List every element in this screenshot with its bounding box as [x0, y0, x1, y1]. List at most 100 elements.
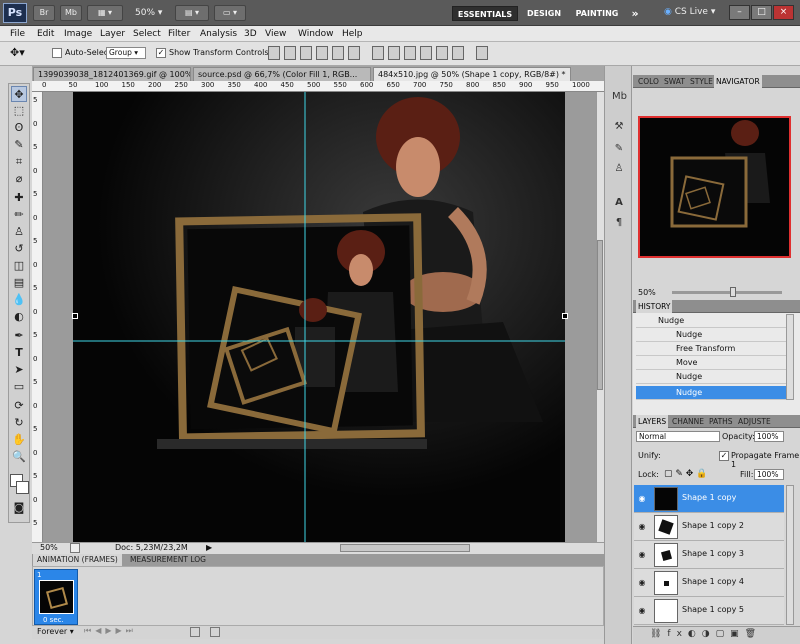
status-info-icon[interactable]: [70, 543, 80, 553]
auto-select-checkbox[interactable]: [52, 48, 62, 58]
history-scrollbar[interactable]: [786, 314, 794, 400]
path-select-tool-icon[interactable]: ➤: [11, 362, 27, 378]
eyedropper-tool-icon[interactable]: ⌀: [11, 171, 27, 187]
menu-view[interactable]: View: [265, 27, 286, 41]
loop-options-dropdown[interactable]: Forever ▾: [37, 627, 74, 636]
arrange-documents-button[interactable]: ▤ ▾: [175, 5, 209, 21]
auto-align-icon[interactable]: [476, 46, 488, 60]
navigator-thumbnail[interactable]: [638, 116, 791, 258]
lasso-tool-icon[interactable]: ʘ: [11, 120, 27, 136]
view-extras-button[interactable]: ▦ ▾: [87, 5, 123, 21]
visibility-eye-icon[interactable]: ◉: [637, 578, 647, 588]
document-canvas[interactable]: [73, 92, 565, 542]
3d-rotate-tool-icon[interactable]: ⟳: [11, 398, 27, 414]
lock-icons[interactable]: ▢ ✎ ✥ 🔒: [664, 469, 707, 479]
tab-channels[interactable]: CHANNE: [670, 415, 706, 428]
3d-orbit-tool-icon[interactable]: ↻: [11, 415, 27, 431]
eraser-tool-icon[interactable]: ◫: [11, 258, 27, 274]
propagate-frame-checkbox[interactable]: ✓: [719, 451, 729, 461]
menu-select[interactable]: Select: [133, 27, 161, 41]
visibility-eye-icon[interactable]: ◉: [637, 522, 647, 532]
healing-brush-tool-icon[interactable]: ✚: [11, 190, 27, 206]
shape-tool-icon[interactable]: ▭: [11, 379, 27, 395]
layer-action-icons[interactable]: ⛓fx◐◑▢▣🗑: [650, 629, 762, 639]
layer-row-active[interactable]: ◉ Shape 1 copy: [634, 485, 784, 513]
crop-tool-icon[interactable]: ⌗: [11, 154, 27, 170]
tab-color[interactable]: COLO: [636, 75, 661, 88]
menu-filter[interactable]: Filter: [168, 27, 190, 41]
layer-row[interactable]: ◉ Shape 1 copy 4: [634, 569, 784, 597]
menu-analysis[interactable]: Analysis: [200, 27, 237, 41]
status-menu-arrow[interactable]: ▶: [206, 543, 212, 552]
duplicate-frame-icon[interactable]: [190, 627, 200, 637]
layers-scrollbar[interactable]: [786, 485, 794, 625]
vertical-scroll-thumb[interactable]: [597, 240, 603, 390]
paragraph-panel-icon[interactable]: ¶: [612, 216, 626, 230]
show-transform-checkbox[interactable]: ✓: [156, 48, 166, 58]
screen-mode-button[interactable]: ▭ ▾: [214, 5, 246, 21]
frame-delay[interactable]: 0 sec.: [43, 616, 64, 624]
distribute-hcenter-icon[interactable]: [436, 46, 448, 60]
minimize-button[interactable]: –: [729, 5, 750, 20]
tab-document-psd[interactable]: source.psd @ 66,7% (Color Fill 1, RGB...: [193, 67, 371, 81]
brush-panel-icon[interactable]: ✎: [612, 142, 626, 156]
history-item[interactable]: Nudge: [636, 370, 786, 384]
delete-frame-icon[interactable]: [210, 627, 220, 637]
status-zoom[interactable]: 50%: [40, 543, 58, 552]
quick-select-tool-icon[interactable]: ✎: [11, 137, 27, 153]
tab-adjustments[interactable]: ADJUSTE: [736, 415, 773, 428]
distribute-vcenter-icon[interactable]: [388, 46, 400, 60]
auto-select-dropdown[interactable]: Group ▾: [106, 47, 146, 59]
align-left-icon[interactable]: [316, 46, 328, 60]
menu-file[interactable]: File: [10, 27, 25, 41]
workspace-essentials[interactable]: ESSENTIALS: [452, 6, 518, 21]
menu-layer[interactable]: Layer: [100, 27, 125, 41]
history-item[interactable]: Nudge: [636, 328, 786, 342]
navigator-slider-thumb[interactable]: [730, 287, 736, 297]
tab-paths[interactable]: PATHS: [707, 415, 735, 428]
align-bottom-icon[interactable]: [300, 46, 312, 60]
minibridge-panel-icon[interactable]: Mb: [612, 90, 627, 104]
horizontal-scroll-thumb[interactable]: [340, 544, 470, 552]
menu-image[interactable]: Image: [64, 27, 92, 41]
move-tool-icon[interactable]: ✥: [11, 86, 27, 102]
menu-help[interactable]: Help: [342, 27, 363, 41]
horizontal-ruler[interactable]: 0 50 100 150 200 250 300 350 400 450 500 550 600 650 7…: [32, 81, 604, 92]
distribute-left-icon[interactable]: [420, 46, 432, 60]
tab-animation-frames[interactable]: ANIMATION (FRAMES): [33, 554, 122, 566]
navigator-zoom[interactable]: 50%: [638, 288, 656, 297]
layer-row[interactable]: ◉ Shape 1 copy 2: [634, 513, 784, 541]
quick-mask-icon[interactable]: ◙: [11, 500, 27, 516]
tab-layers[interactable]: LAYERS: [636, 415, 669, 428]
tab-swatches[interactable]: SWAT: [662, 75, 687, 88]
layer-row[interactable]: ◉ Shape 1 copy 5: [634, 597, 784, 625]
transform-handle-left[interactable]: [72, 313, 78, 319]
animation-frame-1[interactable]: 1 0 sec.: [34, 569, 78, 625]
tab-document-gif[interactable]: 1399039038_1812401369.gif @ 100% ...: [33, 67, 191, 81]
hand-tool-icon[interactable]: ✋: [11, 432, 27, 448]
layer-row[interactable]: ◉ Shape 1 copy 3: [634, 541, 784, 569]
align-vcenter-icon[interactable]: [284, 46, 296, 60]
tab-document-jpg[interactable]: 484x510.jpg @ 50% (Shape 1 copy, RGB/8#)…: [373, 67, 571, 81]
visibility-eye-icon[interactable]: ◉: [637, 550, 647, 560]
tab-measurement-log[interactable]: MEASUREMENT LOG: [126, 554, 210, 566]
gradient-tool-icon[interactable]: ▤: [11, 275, 27, 291]
maximize-button[interactable]: □: [751, 5, 772, 20]
align-hcenter-icon[interactable]: [332, 46, 344, 60]
workspace-design[interactable]: DESIGN: [522, 6, 566, 21]
tab-styles[interactable]: STYLE: [688, 75, 715, 88]
vertical-ruler[interactable]: 5 0 5 0 5 0 5 0 5 0 5 0 5 0 5 0 5 0 5: [32, 92, 43, 542]
distribute-right-icon[interactable]: [452, 46, 464, 60]
distribute-bottom-icon[interactable]: [404, 46, 416, 60]
close-button[interactable]: ×: [773, 5, 794, 20]
character-panel-icon[interactable]: A: [612, 196, 626, 210]
history-item[interactable]: Free Transform: [636, 342, 786, 356]
blur-tool-icon[interactable]: 💧: [11, 292, 27, 308]
zoom-level-dropdown[interactable]: 50% ▾: [135, 8, 162, 18]
history-item[interactable]: Move: [636, 356, 786, 370]
move-tool-preset-icon[interactable]: ✥▾: [10, 46, 25, 59]
type-tool-icon[interactable]: T: [11, 345, 27, 361]
history-brush-tool-icon[interactable]: ↺: [11, 241, 27, 257]
clone-source-icon[interactable]: ♙: [612, 162, 626, 176]
more-workspaces-button[interactable]: »: [628, 6, 642, 21]
